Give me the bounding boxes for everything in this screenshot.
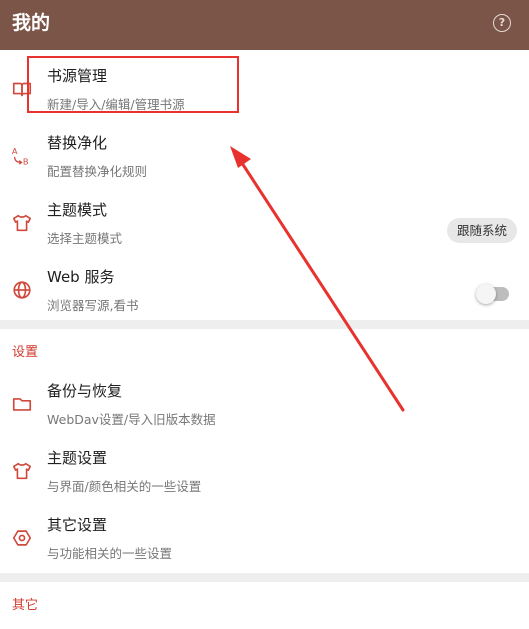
item-label: 书源管理 — [47, 67, 108, 85]
item-summary: 选择主题模式 — [47, 231, 123, 246]
item-label: 主题设置 — [47, 449, 108, 467]
settings-section-title: 设置 — [12, 345, 39, 360]
item-label: 其它设置 — [47, 516, 108, 534]
my-page: 我的 ? 书源管理 新建/导入/编辑/管理书源 A B 替换净化 配置替换净化规… — [0, 0, 529, 629]
folder-icon — [11, 393, 33, 415]
help-icon[interactable]: ? — [493, 14, 511, 32]
item-label: 替换净化 — [47, 134, 108, 152]
web-service-toggle[interactable] — [476, 284, 509, 304]
divider — [0, 573, 529, 582]
item-summary: 配置替换净化规则 — [47, 164, 148, 179]
item-summary: 与界面/颜色相关的一些设置 — [47, 479, 202, 494]
theme-mode-chip[interactable]: 跟随系统 — [446, 218, 517, 243]
other-settings-item[interactable]: 其它设置 与功能相关的一些设置 — [0, 505, 529, 572]
theme-mode-item[interactable]: 主题模式 选择主题模式 跟随系统 — [0, 190, 529, 257]
item-label: 备份与恢复 — [47, 382, 123, 400]
globe-icon — [11, 279, 33, 301]
page-title: 我的 — [12, 12, 51, 34]
book-source-management-item[interactable]: 书源管理 新建/导入/编辑/管理书源 — [0, 56, 529, 123]
settings-group: 设置 备份与恢复 WebDav设置/导入旧版本数据 主题设置 与界面/颜色相关的… — [0, 329, 529, 573]
item-label: 主题模式 — [47, 201, 108, 219]
divider — [0, 320, 529, 329]
app-bar: 我的 ? — [0, 0, 529, 50]
web-service-item[interactable]: Web 服务 浏览器写源,看书 — [0, 257, 529, 324]
svg-text:A: A — [12, 146, 18, 156]
hexagon-settings-icon — [11, 527, 33, 549]
shirt-icon — [11, 460, 33, 482]
replace-purify-item[interactable]: A B 替换净化 配置替换净化规则 — [0, 123, 529, 190]
toggle-knob — [476, 284, 496, 304]
backup-restore-item[interactable]: 备份与恢复 WebDav设置/导入旧版本数据 — [0, 371, 529, 438]
other-group: 其它 — [0, 582, 529, 629]
other-section-title: 其它 — [12, 598, 39, 613]
main-group: 书源管理 新建/导入/编辑/管理书源 A B 替换净化 配置替换净化规则 主题模… — [0, 50, 529, 320]
theme-settings-item[interactable]: 主题设置 与界面/颜色相关的一些设置 — [0, 438, 529, 505]
item-summary: 新建/导入/编辑/管理书源 — [47, 97, 185, 112]
item-label: Web 服务 — [47, 268, 115, 286]
item-summary: 浏览器写源,看书 — [47, 298, 139, 313]
book-icon — [11, 78, 33, 100]
replace-ab-icon: A B — [11, 145, 33, 167]
svg-text:B: B — [23, 156, 29, 166]
item-summary: WebDav设置/导入旧版本数据 — [47, 412, 216, 427]
shirt-icon — [11, 212, 33, 234]
item-summary: 与功能相关的一些设置 — [47, 546, 173, 561]
